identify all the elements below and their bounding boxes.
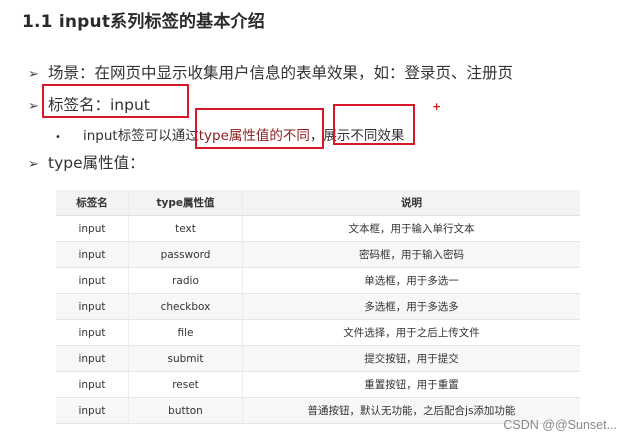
cell-type: radio	[128, 267, 243, 294]
watermark: CSDN @@Sunset...	[503, 418, 617, 432]
input-types-table: 标签名 type属性值 说明 input text 文本框，用于输入单行文本 inp…	[56, 190, 580, 424]
plus-mark: +	[432, 100, 442, 113]
cell-tag: input	[56, 397, 129, 424]
table-row: input text 文本框，用于输入单行文本	[56, 215, 580, 242]
cell-tag: input	[56, 293, 129, 320]
cell-type: checkbox	[128, 293, 243, 320]
cell-type: button	[128, 397, 243, 424]
table-row: input checkbox 多选框，用于多选多	[56, 293, 580, 320]
cell-desc: 文本框，用于输入单行文本	[242, 215, 580, 242]
header-description: 说明	[242, 190, 580, 216]
cell-tag: input	[56, 371, 129, 398]
type-attr-text: type属性值：	[48, 154, 145, 172]
cell-tag: input	[56, 215, 129, 242]
table-row: input password 密码框，用于输入密码	[56, 241, 580, 268]
header-tag-name: 标签名	[56, 190, 129, 216]
highlight-box-tag-name	[42, 84, 189, 118]
bullet-scene: ➢ 场景：在网页中显示收集用户信息的表单效果，如：登录页、注册页	[28, 61, 513, 83]
table-row: input reset 重置按钮，用于重置	[56, 371, 580, 398]
cell-desc: 重置按钮，用于重置	[242, 371, 580, 398]
arrow-bullet-icon: ➢	[28, 67, 39, 82]
table-row: input file 文件选择，用于之后上传文件	[56, 319, 580, 346]
cell-desc: 单选框，用于多选一	[242, 267, 580, 294]
cell-type: password	[128, 241, 243, 268]
cell-type: submit	[128, 345, 243, 372]
cell-desc: 提交按钮，用于提交	[242, 345, 580, 372]
sub-text-pre: input标签可以通过	[83, 128, 199, 144]
arrow-bullet-icon: ➢	[28, 157, 39, 172]
dot-bullet-icon: •	[55, 132, 61, 143]
bullet-type-attr: ➢ type属性值：	[28, 151, 145, 173]
table-row: input button 普通按钮，默认无功能，之后配合js添加功能	[56, 397, 580, 424]
cell-tag: input	[56, 267, 129, 294]
table-row: input radio 单选框，用于多选一	[56, 267, 580, 294]
cell-desc: 文件选择，用于之后上传文件	[242, 319, 580, 346]
cell-desc: 密码框，用于输入密码	[242, 241, 580, 268]
table-header-row: 标签名 type属性值 说明	[56, 190, 580, 216]
table-row: input submit 提交按钮，用于提交	[56, 345, 580, 372]
header-type-value: type属性值	[128, 190, 243, 216]
cell-type: reset	[128, 371, 243, 398]
cell-type: text	[128, 215, 243, 242]
page-title: 1.1 input系列标签的基本介绍	[22, 12, 265, 32]
scene-text: 场景：在网页中显示收集用户信息的表单效果，如：登录页、注册页	[48, 64, 514, 82]
highlight-box-type-value	[195, 108, 324, 149]
cell-type: file	[128, 319, 243, 346]
cell-tag: input	[56, 319, 129, 346]
cell-tag: input	[56, 345, 129, 372]
highlight-box-effect	[333, 104, 415, 145]
cell-desc: 多选框，用于多选多	[242, 293, 580, 320]
cell-tag: input	[56, 241, 129, 268]
